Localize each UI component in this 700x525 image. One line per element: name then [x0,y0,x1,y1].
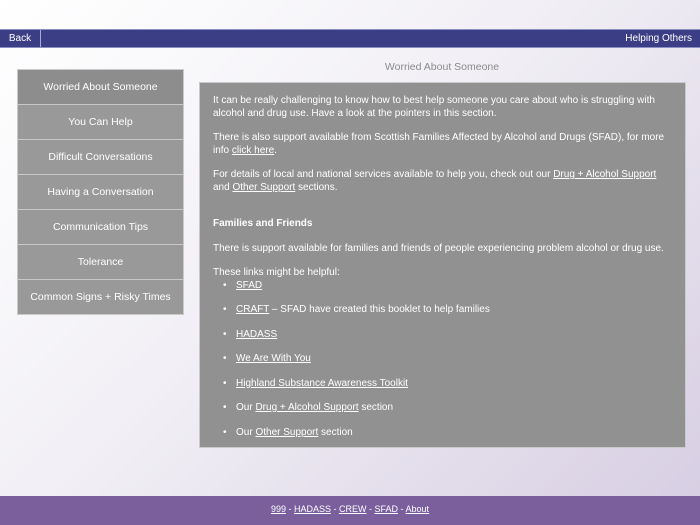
footer-link-sfad[interactable]: SFAD [374,504,398,514]
list-item: • We Are With You [223,353,672,366]
intro-paragraph: It can be really challenging to know how… [213,95,655,119]
drug-alcohol-support-section-link[interactable]: Drug + Alcohol Support [255,402,358,413]
we-are-with-you-link[interactable]: We Are With You [236,353,311,364]
bullet-icon: • [223,279,227,291]
sidebar-item-communication-tips[interactable]: Communication Tips [18,210,183,245]
bullet-icon: • [223,426,227,438]
links-intro: These links might be helpful: [213,267,340,278]
footer-separator: - [330,504,339,514]
sfad-paragraph: There is also support available from Sco… [213,132,672,157]
other-support-section-link[interactable]: Other Support [255,427,318,438]
back-button[interactable]: Back [0,30,41,47]
sidebar-item-tolerance[interactable]: Tolerance [18,245,183,280]
other-support-link[interactable]: Other Support [232,182,295,193]
sfad-link[interactable]: SFAD [236,280,262,291]
helpful-links-list: • SFAD • CRAFT – SFAD have created this bo… [213,280,672,440]
sidebar-nav: Worried About Someone You Can Help Diffi… [17,69,184,315]
footer-link-hadass[interactable]: HADASS [294,504,331,514]
link-prefix: Our [236,426,256,438]
list-item: • Our Other Support section [223,427,672,440]
sidebar-item-worried-about-someone[interactable]: Worried About Someone [18,70,183,105]
sidebar-item-difficult-conversations[interactable]: Difficult Conversations [18,140,183,175]
sidebar-item-common-signs[interactable]: Common Signs + Risky Times [18,280,183,314]
top-bar: Back Helping Others [0,29,700,48]
footer-bar: 999 - HADASS - CREW - SFAD - About [0,496,700,525]
list-item: • Our Drug + Alcohol Support section [223,402,672,415]
footer-separator: - [398,504,406,514]
services-text: For details of local and national servic… [213,169,554,180]
hadass-link[interactable]: HADASS [236,329,277,340]
services-text-end: sections. [295,181,338,193]
drug-alcohol-support-link[interactable]: Drug + Alcohol Support [553,169,656,180]
sfad-text-end: . [274,144,277,156]
services-paragraph: For details of local and national servic… [213,169,672,194]
highland-toolkit-link[interactable]: Highland Substance Awareness Toolkit [236,378,408,389]
link-suffix: section [358,402,394,413]
families-paragraph: There is support available for families … [213,242,664,254]
services-text-mid: and [213,181,233,193]
footer-link-about[interactable]: About [406,504,430,514]
list-item: • CRAFT – SFAD have created this booklet … [223,304,672,317]
link-prefix: Our [236,402,256,413]
craft-link[interactable]: CRAFT [236,304,269,315]
page-section-title: Helping Others [625,33,692,44]
sidebar-item-having-a-conversation[interactable]: Having a Conversation [18,175,183,210]
bullet-icon: • [223,304,227,315]
link-suffix: section [318,426,353,438]
list-item: • HADASS [223,329,672,342]
bullet-icon: • [223,402,227,413]
footer-link-999[interactable]: 999 [271,504,286,514]
click-here-link[interactable]: click here [232,145,274,156]
sfad-text: There is also support available from Sco… [213,132,665,156]
bullet-icon: • [223,353,227,364]
footer-separator: - [285,504,294,514]
families-friends-heading: Families and Friends [213,218,313,229]
content-panel: It can be really challenging to know how… [199,82,686,448]
sidebar-item-you-can-help[interactable]: You Can Help [18,105,183,140]
list-item: • SFAD [223,280,672,293]
page-title: Worried About Someone [384,61,500,73]
footer-link-crew[interactable]: CREW [339,504,367,514]
bullet-icon: • [223,328,227,340]
list-item: • Highland Substance Awareness Toolkit [223,378,672,391]
link-suffix: – SFAD have created this booklet to help… [269,304,490,315]
bullet-icon: • [223,377,227,389]
